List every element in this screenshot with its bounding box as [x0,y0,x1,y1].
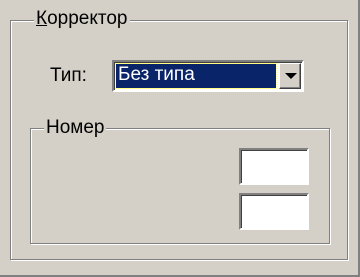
number-field-2[interactable] [239,193,309,230]
type-combobox[interactable]: Без типа [112,60,304,92]
type-combobox-value: Без типа [115,63,277,89]
dialog-panel: Корректор Тип: Без типа Номер [0,0,360,277]
corrector-group-title: Корректор [34,8,130,30]
number-group-title: Номер [44,117,107,139]
type-dropdown-button[interactable] [279,63,301,89]
type-label: Тип: [50,65,87,86]
chevron-down-icon [285,73,297,79]
number-field-1[interactable] [239,148,309,185]
